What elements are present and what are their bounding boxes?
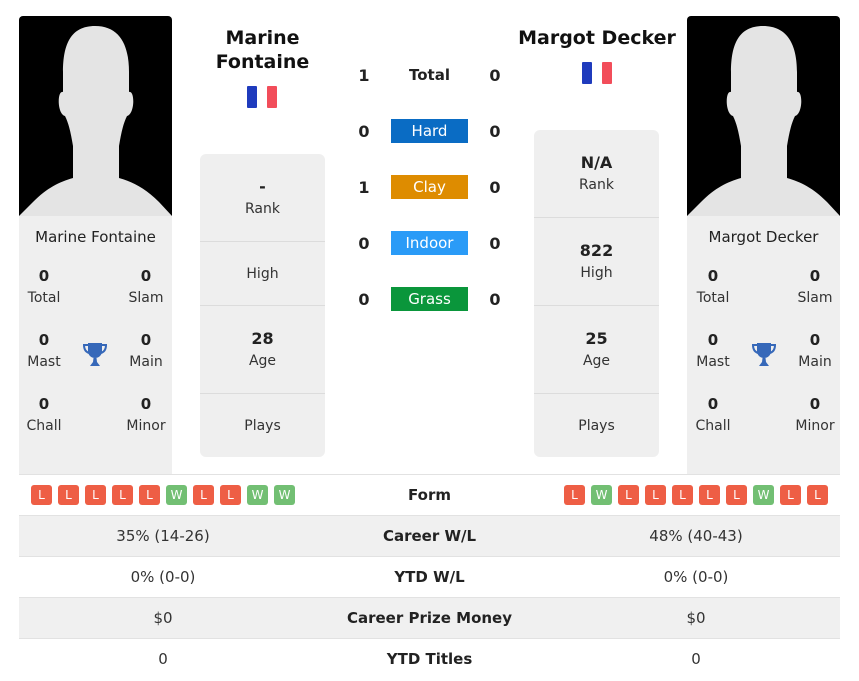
comparison-table: LLLLLWLLWW Form LWLLLLLWLL 35% (14-26) C… [19, 474, 840, 679]
player1-titles-mast: 0 Mast [27, 331, 61, 370]
trophy-icon [83, 343, 107, 366]
player2-titles-chall: 0 Chall [695, 395, 731, 434]
h2h-indoor-p2: 0 [489, 233, 501, 253]
h2h-total-label: Total [409, 66, 450, 84]
player2-age: 25 Age [534, 306, 659, 394]
player1-card: Marine Fontaine 0 Total 0 Slam 0 Mast 0 … [19, 216, 172, 474]
player1-header-name[interactable]: Marine Fontaine [200, 26, 325, 74]
surface-hard-badge[interactable]: Hard [391, 119, 468, 143]
player1-career-wl: 35% (14-26) [116, 527, 210, 545]
h2h-clay-p2: 0 [489, 177, 501, 197]
player2-plays: Plays [578, 417, 615, 434]
player1-rank: - Rank [200, 154, 325, 242]
form-badge-loss[interactable]: L [58, 485, 79, 505]
h2h-grass-p1: 0 [358, 289, 370, 309]
player1-titles-minor: 0 Minor [126, 395, 166, 434]
player2-titles-mast: 0 Mast [696, 331, 730, 370]
form-badge-loss[interactable]: L [780, 485, 801, 505]
table-row: $0 Career Prize Money $0 [19, 597, 840, 638]
trophy-icon [752, 343, 776, 366]
player1-rank-box: - Rank High 28 Age Plays [200, 154, 325, 457]
form-badge-win[interactable]: W [591, 485, 612, 505]
table-row: 0% (0-0) YTD W/L 0% (0-0) [19, 556, 840, 597]
player2-photo [687, 16, 840, 216]
h2h-hard-p2: 0 [489, 121, 501, 141]
form-badge-loss[interactable]: L [564, 485, 585, 505]
h2h-grass-row: 0 Grass 0 [350, 287, 510, 311]
form-badge-loss[interactable]: L [112, 485, 133, 505]
player1-titles-slam: 0 Slam [128, 267, 164, 306]
player1-photo [19, 16, 172, 216]
form-badge-loss[interactable]: L [618, 485, 639, 505]
player1-titles-chall: 0 Chall [26, 395, 62, 434]
france-flag-icon [247, 86, 277, 108]
ytd-wl-label: YTD W/L [394, 568, 465, 586]
form-badge-loss[interactable]: L [139, 485, 160, 505]
player2-prize-money: $0 [686, 609, 706, 627]
surface-indoor-badge[interactable]: Indoor [391, 231, 468, 255]
player2-card: Margot Decker 0 Total 0 Slam 0 Mast 0 Ma… [687, 216, 840, 474]
form-badge-loss[interactable]: L [645, 485, 666, 505]
player1-form: LLLLLWLLWW [19, 485, 307, 505]
form-badge-loss[interactable]: L [726, 485, 747, 505]
prize-money-label: Career Prize Money [346, 609, 512, 627]
player1-prize-money: $0 [153, 609, 173, 627]
player2-titles-total: 0 Total [696, 267, 730, 306]
form-label: Form [408, 486, 451, 504]
career-wl-label: Career W/L [382, 527, 477, 545]
form-badge-win[interactable]: W [274, 485, 295, 505]
h2h-indoor-p1: 0 [358, 233, 370, 253]
h2h-clay-p1: 1 [358, 177, 370, 197]
ytd-titles-label: YTD Titles [386, 650, 473, 668]
player2-ytd-wl: 0% (0-0) [663, 568, 729, 586]
player2-career-wl: 48% (40-43) [649, 527, 743, 545]
player2-ytd-titles: 0 [691, 650, 701, 668]
surface-grass-badge[interactable]: Grass [391, 287, 468, 311]
silhouette-icon [19, 26, 172, 216]
france-flag-icon [582, 62, 612, 84]
form-badge-loss[interactable]: L [672, 485, 693, 505]
player2-form: LWLLLLLWLL [552, 485, 840, 505]
form-badge-loss[interactable]: L [85, 485, 106, 505]
h2h-hard-p1: 0 [358, 121, 370, 141]
surface-clay-badge[interactable]: Clay [391, 175, 468, 199]
h2h-clay-row: 1 Clay 0 [350, 175, 510, 199]
player2-header-name[interactable]: Margot Decker [512, 26, 682, 50]
player2-titles-minor: 0 Minor [795, 395, 835, 434]
form-badge-win[interactable]: W [753, 485, 774, 505]
form-badge-loss[interactable]: L [193, 485, 214, 505]
player2-titles-main: 0 Main [798, 331, 832, 370]
form-badge-loss[interactable]: L [807, 485, 828, 505]
player1-ytd-wl: 0% (0-0) [130, 568, 196, 586]
h2h-hard-row: 0 Hard 0 [350, 119, 510, 143]
form-badge-win[interactable]: W [166, 485, 187, 505]
player2-rank: N/A Rank [534, 130, 659, 218]
player1-titles-total: 0 Total [27, 267, 61, 306]
h2h-total-p1: 1 [358, 65, 370, 85]
player1-age: 28 Age [200, 306, 325, 394]
h2h-grass-p2: 0 [489, 289, 501, 309]
h2h-total-row: 1 Total 0 [350, 63, 510, 87]
player2-card-name: Margot Decker [708, 228, 819, 246]
player1-card-name: Marine Fontaine [35, 228, 156, 246]
form-badge-loss[interactable]: L [220, 485, 241, 505]
form-badge-loss[interactable]: L [699, 485, 720, 505]
table-row: 35% (14-26) Career W/L 48% (40-43) [19, 515, 840, 556]
player1-ytd-titles: 0 [158, 650, 168, 668]
player2-rank-box: N/A Rank 822 High 25 Age Plays [534, 130, 659, 457]
table-row: 0 YTD Titles 0 [19, 638, 840, 679]
player1-titles-main: 0 Main [129, 331, 163, 370]
player1-plays: Plays [244, 417, 281, 434]
form-row: LLLLLWLLWW Form LWLLLLLWLL [19, 474, 840, 515]
player1-high: High [200, 242, 325, 306]
player2-high: 822 High [534, 218, 659, 306]
silhouette-icon [687, 26, 840, 216]
form-badge-win[interactable]: W [247, 485, 268, 505]
player2-titles-slam: 0 Slam [797, 267, 833, 306]
h2h-total-p2: 0 [489, 65, 501, 85]
h2h-indoor-row: 0 Indoor 0 [350, 231, 510, 255]
form-badge-loss[interactable]: L [31, 485, 52, 505]
